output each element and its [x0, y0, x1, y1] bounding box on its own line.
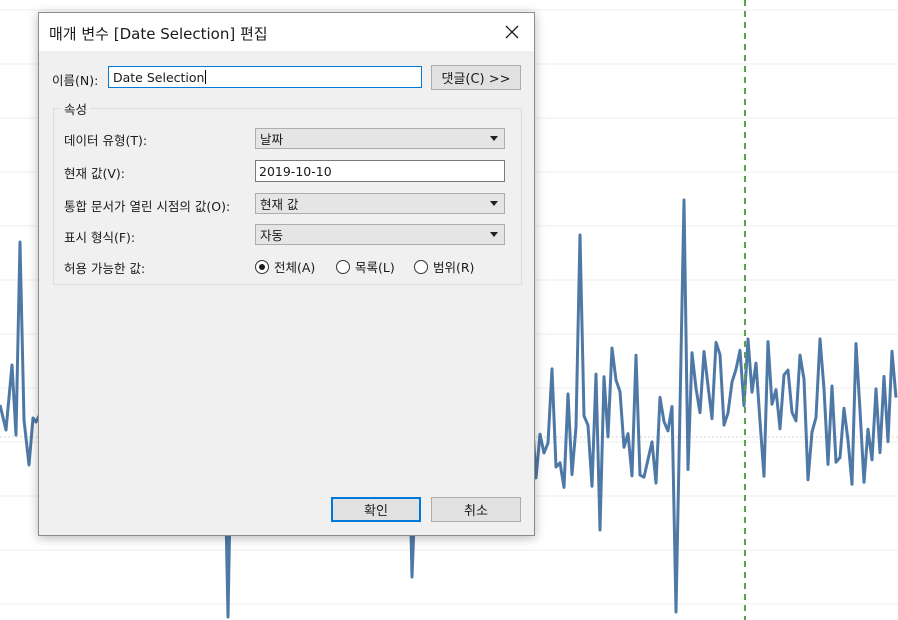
data-type-label: 데이터 유형(T): [64, 133, 148, 148]
allowable-values-label: 허용 가능한 값: [64, 261, 146, 276]
name-input-value: Date Selection [113, 69, 205, 85]
current-value-field[interactable]: 2019-10-10 [255, 160, 505, 182]
edit-parameter-dialog: 매개 변수 [Date Selection] 편집 이름(N): Date Se… [38, 12, 535, 536]
current-value-text: 2019-10-10 [259, 163, 332, 179]
radio-unselected-icon [414, 259, 428, 274]
radio-list-label: 목록(L) [355, 260, 395, 275]
radio-range[interactable]: 범위(R) [414, 257, 474, 276]
chevron-down-icon [490, 136, 498, 141]
close-button[interactable] [490, 13, 534, 51]
display-format-dropdown[interactable]: 자동 [255, 224, 505, 245]
radio-all[interactable]: 전체(A) [255, 257, 315, 276]
name-input[interactable]: Date Selection [108, 66, 422, 88]
radio-list[interactable]: 목록(L) [336, 257, 395, 276]
cancel-button[interactable]: 취소 [431, 497, 521, 522]
name-label: 이름(N): [52, 73, 99, 88]
radio-unselected-icon [336, 259, 350, 274]
current-value-label: 현재 값(V): [64, 166, 125, 181]
dialog-titlebar: 매개 변수 [Date Selection] 편집 [39, 13, 534, 51]
on-open-value-dropdown[interactable]: 현재 값 [255, 193, 505, 214]
close-icon [505, 25, 519, 39]
chevron-down-icon [490, 201, 498, 206]
text-caret [205, 70, 207, 84]
radio-all-label: 전체(A) [274, 260, 316, 275]
dialog-title: 매개 변수 [Date Selection] 편집 [49, 25, 268, 43]
display-format-label: 표시 형식(F): [64, 230, 136, 245]
display-format-value: 자동 [260, 228, 284, 243]
radio-range-label: 범위(R) [433, 260, 475, 275]
comment-button[interactable]: 댓글(C) >> [431, 65, 521, 90]
radio-selected-icon [255, 259, 269, 274]
on-open-value-label: 통합 문서가 열린 시점의 값(O): [64, 199, 231, 214]
chevron-down-icon [490, 232, 498, 237]
properties-group-label: 속성 [61, 99, 91, 118]
ok-button[interactable]: 확인 [331, 497, 421, 522]
on-open-value: 현재 값 [260, 197, 299, 212]
data-type-dropdown[interactable]: 날짜 [255, 128, 505, 149]
data-type-value: 날짜 [260, 132, 284, 147]
